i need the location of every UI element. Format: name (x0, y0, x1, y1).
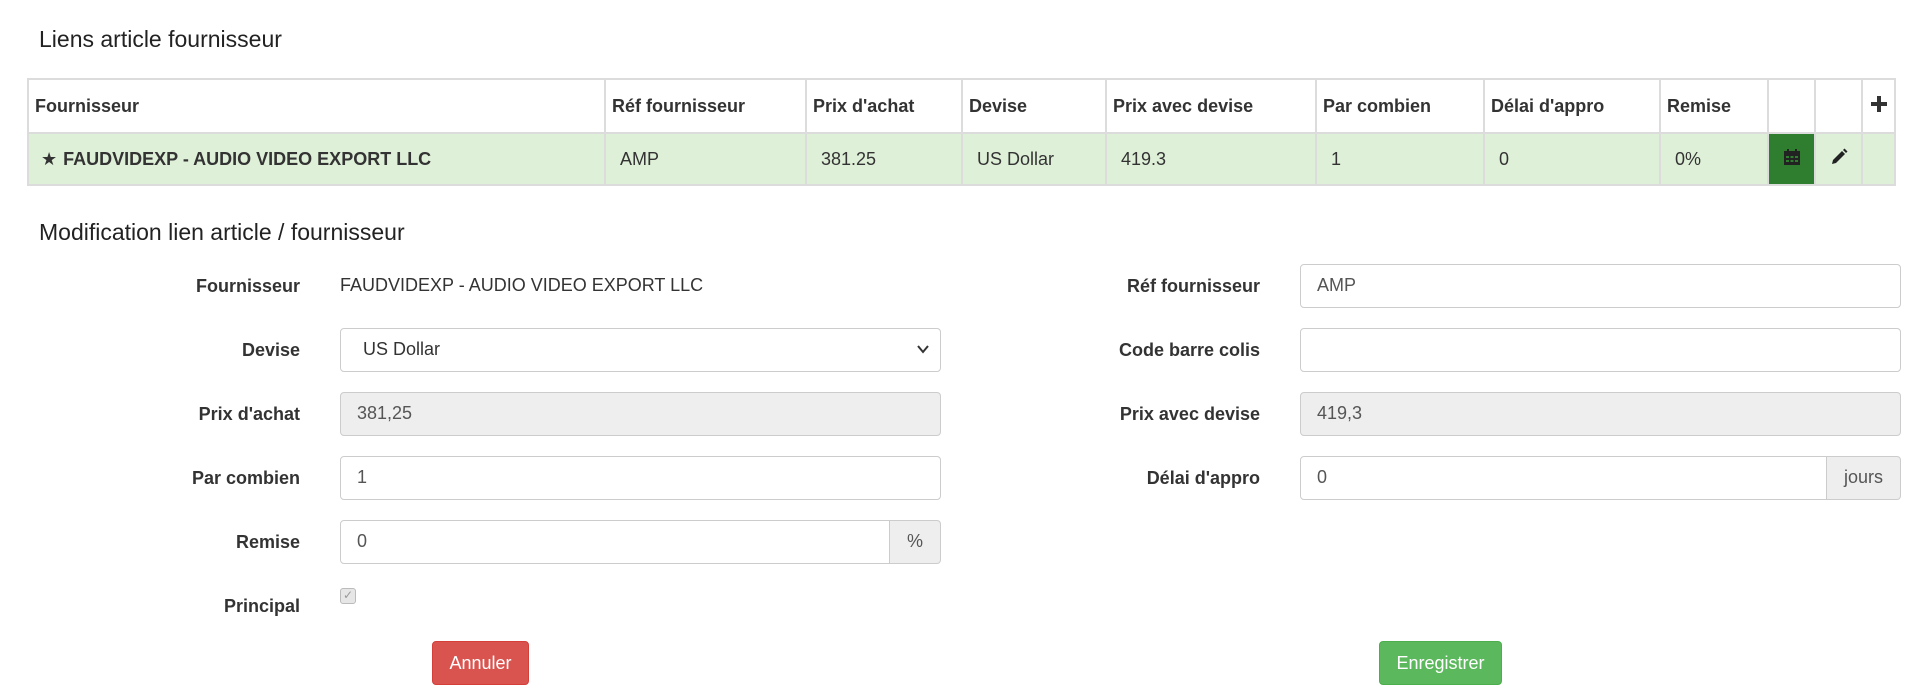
table-header-row: Fournisseur Réf fournisseur Prix d'achat… (27, 78, 1896, 134)
fournisseur-value: FAUDVIDEXP - AUDIO VIDEO EXPORT LLC (340, 275, 704, 295)
col-header-edit (1814, 78, 1863, 134)
row-empty-cell (1861, 132, 1896, 186)
edit-button[interactable] (1814, 132, 1863, 186)
cancel-button[interactable]: Annuler (432, 641, 529, 685)
pencil-icon (1831, 148, 1847, 164)
col-header-delai[interactable]: Délai d'appro (1483, 78, 1661, 134)
cell-delai: 0 (1483, 132, 1661, 186)
fournisseur-label: Fournisseur (195, 276, 300, 296)
cell-fournisseur: ★ FAUDVIDEXP - AUDIO VIDEO EXPORT LLC (27, 132, 606, 186)
plus-icon (1870, 95, 1887, 112)
remise-percent-addon: % (890, 520, 941, 564)
calendar-icon (1783, 148, 1800, 165)
col-header-fournisseur[interactable]: Fournisseur (27, 78, 606, 134)
col-header-prix-devise[interactable]: Prix avec devise (1105, 78, 1317, 134)
cell-prix-devise: 419.3 (1105, 132, 1317, 186)
cell-ref: AMP (604, 132, 807, 186)
principal-checkbox[interactable]: ✓ (340, 588, 356, 604)
remise-label: Remise (235, 532, 300, 552)
prix-devise-input[interactable]: 419,3 (1300, 392, 1901, 436)
devise-selected-value: US Dollar (363, 339, 441, 359)
cell-par-combien: 1 (1315, 132, 1485, 186)
devise-select[interactable]: US Dollar (340, 328, 941, 372)
delai-label: Délai d'appro (1146, 468, 1260, 488)
cell-fournisseur-text: FAUDVIDEXP - AUDIO VIDEO EXPORT LLC (63, 148, 432, 169)
principal-label: Principal (223, 596, 300, 616)
prix-achat-input[interactable]: 381,25 (340, 392, 941, 436)
ref-fournisseur-label: Réf fournisseur (1126, 276, 1260, 296)
col-header-calendar (1767, 78, 1816, 134)
col-header-devise[interactable]: Devise (961, 78, 1107, 134)
supplier-links-table: Fournisseur Réf fournisseur Prix d'achat… (27, 78, 1896, 186)
ref-fournisseur-input[interactable]: AMP (1300, 264, 1901, 308)
code-barre-input[interactable] (1300, 328, 1901, 372)
delai-input[interactable]: 0 (1300, 456, 1827, 500)
chevron-down-icon (916, 329, 930, 384)
col-header-ref[interactable]: Réf fournisseur (604, 78, 807, 134)
add-link-button[interactable] (1861, 78, 1896, 134)
cell-devise: US Dollar (961, 132, 1107, 186)
calendar-button[interactable] (1767, 132, 1816, 186)
par-combien-label: Par combien (191, 468, 300, 488)
remise-input[interactable]: 0 (340, 520, 890, 564)
table-row[interactable]: ★ FAUDVIDEXP - AUDIO VIDEO EXPORT LLC AMP… (27, 132, 1896, 186)
code-barre-label: Code barre colis (1118, 340, 1260, 360)
cell-prix-achat: 381.25 (805, 132, 963, 186)
cell-remise: 0% (1659, 132, 1769, 186)
par-combien-input[interactable]: 1 (340, 456, 941, 500)
col-header-prix-achat[interactable]: Prix d'achat (805, 78, 963, 134)
star-icon: ★ (41, 148, 58, 169)
col-header-remise[interactable]: Remise (1659, 78, 1769, 134)
save-button[interactable]: Enregistrer (1379, 641, 1502, 685)
checkmark-icon: ✓ (342, 588, 354, 602)
delai-jours-addon: jours (1827, 456, 1901, 500)
links-section-title: Liens article fournisseur (39, 26, 282, 52)
prix-achat-label: Prix d'achat (198, 404, 300, 424)
col-header-par-combien[interactable]: Par combien (1315, 78, 1485, 134)
prix-devise-label: Prix avec devise (1119, 404, 1260, 424)
devise-label: Devise (241, 340, 300, 360)
modification-section-title: Modification lien article / fournisseur (39, 219, 405, 245)
